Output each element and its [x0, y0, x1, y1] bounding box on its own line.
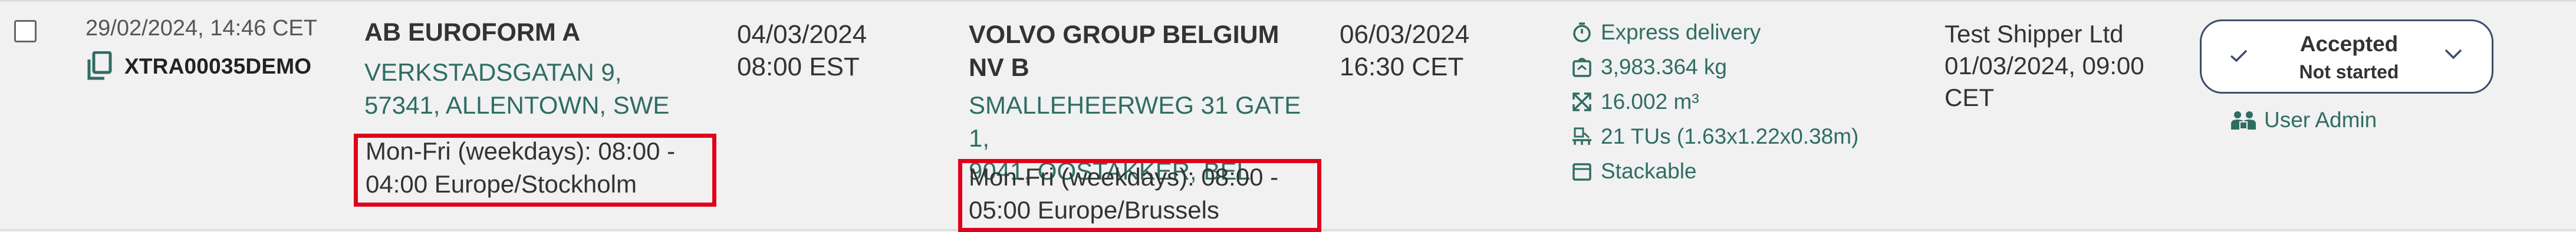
created-datetime: 29/02/2024, 14:46 CET — [85, 16, 317, 41]
pickup-address-line1: VERKSTADSGATAN 9, — [364, 58, 622, 86]
weight-label: 3,983.364 kg — [1601, 54, 1727, 79]
weight-item: 3,983.364 kg — [1571, 49, 1858, 84]
shipper-name: Test Shipper Ltd — [1945, 20, 2124, 48]
pickup-hours-highlight — [354, 134, 716, 207]
stopwatch-icon — [1573, 22, 1591, 42]
stackable-label: Stackable — [1601, 158, 1697, 183]
assigned-user[interactable]: User Admin — [2229, 108, 2377, 132]
status-text: Accepted Not started — [2266, 31, 2432, 83]
shipper: Test Shipper Ltd 01/03/2024, 09:00 CET — [1945, 18, 2210, 114]
units-label: 21 TUs (1.63x1.22x0.38m) — [1601, 124, 1859, 148]
status-dropdown[interactable]: Accepted Not started — [2200, 19, 2493, 94]
pallet-icon — [1572, 127, 1591, 145]
pickup-address: VERKSTADSGATAN 9, 57341, ALLENTOWN, SWE — [364, 56, 695, 122]
units-item: 21 TUs (1.63x1.22x0.38m) — [1571, 119, 1858, 154]
reference-id[interactable]: XTRA00035DEMO — [124, 54, 311, 79]
pickup-name: AB EUROFORM A — [364, 18, 581, 47]
delivery-datetime: 06/03/2024 16:30 CET — [1340, 18, 1469, 83]
copy-icon[interactable] — [85, 51, 113, 82]
weight-icon — [1572, 57, 1591, 77]
pickup-date: 04/03/2024 — [737, 20, 867, 49]
pickup-time: 08:00 EST — [737, 52, 860, 81]
shipper-date-line2: CET — [1945, 84, 1994, 111]
pickup-datetime: 04/03/2024 08:00 EST — [737, 18, 867, 83]
delivery-time: 16:30 CET — [1340, 52, 1464, 81]
status-label: Accepted — [2299, 31, 2399, 56]
chevron-down-icon — [2445, 49, 2462, 59]
delivery-hours-highlight — [958, 159, 1321, 232]
delivery-name: VOLVO GROUP BELGIUM NV B — [969, 21, 1279, 82]
reference: XTRA00035DEMO — [85, 51, 311, 82]
pickup-address-line2: 57341, ALLENTOWN, SWE — [364, 91, 670, 119]
user-name: User Admin — [2264, 108, 2377, 132]
row-checkbox[interactable] — [14, 20, 37, 42]
volume-label: 16.002 m³ — [1601, 89, 1699, 114]
box-icon — [1572, 163, 1591, 181]
check-icon — [2230, 49, 2248, 62]
delivery-date: 06/03/2024 — [1340, 20, 1470, 49]
volume-item: 16.002 m³ — [1571, 84, 1858, 119]
service-item: Express delivery — [1571, 15, 1858, 49]
users-icon — [2231, 111, 2256, 130]
shipper-date-line1: 01/03/2024, 09:00 — [1945, 52, 2144, 79]
stackable-item: Stackable — [1571, 154, 1858, 188]
shipment-row[interactable]: 29/02/2024, 14:46 CET XTRA00035DEMO AB E… — [0, 0, 2576, 232]
volume-icon — [1572, 92, 1591, 111]
shipment-info: Express delivery 3,983.364 kg 16.002 m³ — [1571, 15, 1858, 188]
status-sublabel: Not started — [2299, 61, 2399, 82]
delivery-address-line1: SMALLEHEERWEG 31 GATE 1, — [969, 91, 1301, 152]
service-label: Express delivery — [1601, 19, 1761, 44]
